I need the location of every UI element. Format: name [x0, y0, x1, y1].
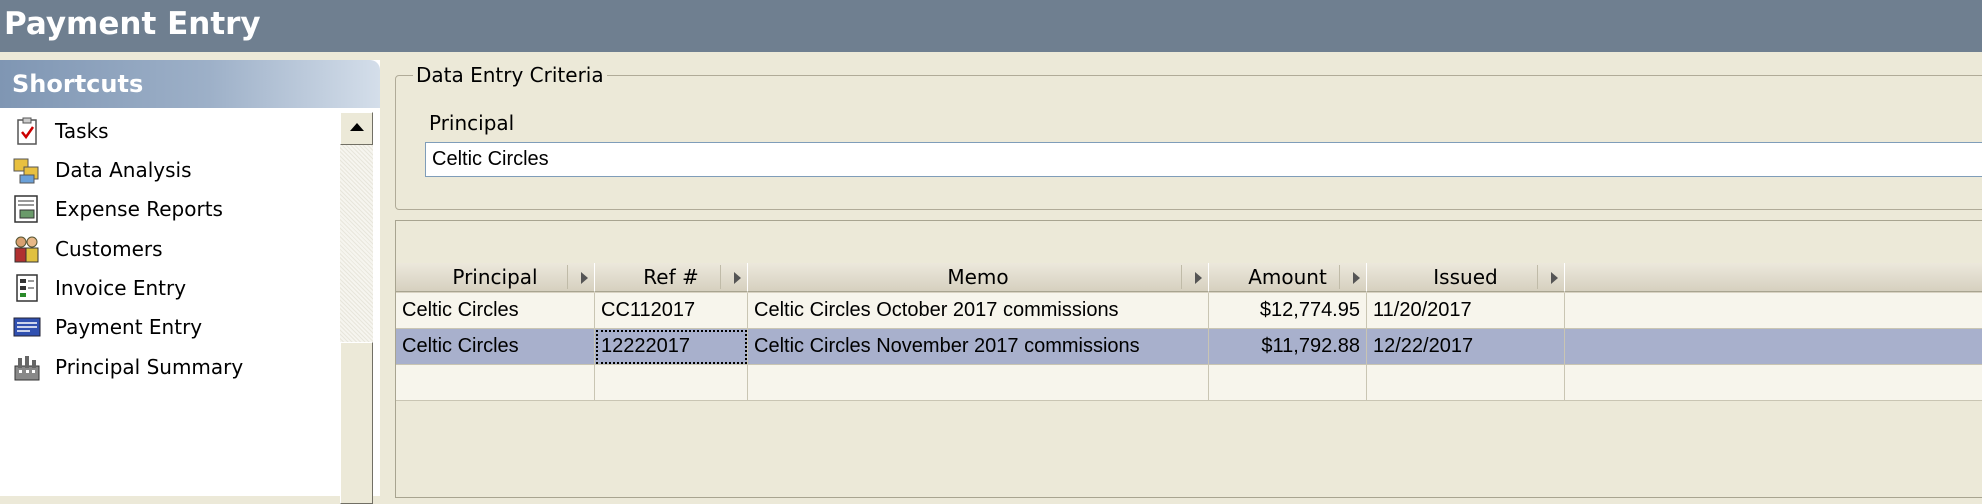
column-header-label: Amount — [1248, 265, 1327, 289]
arrow-right-icon[interactable] — [581, 272, 588, 284]
column-header-amount[interactable]: Amount — [1209, 263, 1367, 292]
cell-amount[interactable]: $12,774.95 — [1209, 293, 1367, 329]
shortcut-data-analysis[interactable]: Data Analysis — [0, 151, 335, 189]
cell-amount[interactable] — [1209, 365, 1367, 401]
tasks-clipboard-icon — [17, 117, 37, 145]
invoice-entry-icon — [16, 274, 38, 302]
column-header-memo[interactable]: Memo — [748, 263, 1209, 292]
cell-empty — [1565, 293, 1982, 329]
shortcuts-header-label: Shortcuts — [12, 70, 144, 98]
column-header-label: Memo — [947, 265, 1009, 289]
shortcut-tasks[interactable]: Tasks — [0, 112, 335, 150]
shortcut-principal-summary[interactable]: Principal Summary — [0, 348, 335, 386]
shortcut-invoice-entry[interactable]: Invoice Entry — [0, 269, 335, 307]
grid-header: Principal Ref # Memo Amount Issued — [396, 263, 1982, 293]
cell-empty — [1565, 365, 1982, 401]
principal-label: Principal — [429, 111, 515, 135]
shortcut-label: Customers — [55, 237, 163, 261]
title-bar: Payment Entry — [0, 0, 1982, 52]
shortcut-label: Tasks — [55, 119, 109, 143]
cell-issued[interactable]: 12/22/2017 — [1367, 329, 1565, 365]
column-divider — [720, 265, 721, 289]
principal-field[interactable] — [425, 142, 1982, 177]
arrow-right-icon[interactable] — [1551, 272, 1558, 284]
data-analysis-icon — [13, 158, 39, 184]
shortcuts-panel: Shortcuts Tasks Data Analysis Expense Re… — [0, 60, 380, 504]
cell-memo[interactable]: Celtic Circles October 2017 commissions — [748, 293, 1209, 329]
cell-memo[interactable]: Celtic Circles November 2017 commissions — [748, 329, 1209, 365]
arrow-right-icon[interactable] — [734, 272, 741, 284]
arrow-right-icon[interactable] — [1353, 272, 1360, 284]
column-divider — [1339, 265, 1340, 289]
column-header-label: Principal — [452, 265, 538, 289]
shortcut-label: Payment Entry — [55, 315, 203, 339]
expense-reports-icon — [14, 195, 38, 223]
scroll-thumb[interactable] — [340, 342, 373, 504]
cell-ref[interactable] — [595, 365, 748, 401]
column-header-label: Ref # — [643, 265, 699, 289]
scroll-up-button[interactable] — [340, 112, 373, 145]
shortcuts-scrollbar[interactable] — [340, 112, 373, 504]
payments-grid: Principal Ref # Memo Amount Issued Celti… — [395, 220, 1982, 498]
arrow-up-icon — [350, 123, 364, 131]
cell-amount[interactable]: $11,792.88 — [1209, 329, 1367, 365]
criteria-legend: Data Entry Criteria — [413, 63, 607, 87]
table-row[interactable]: Celtic Circles CC112017 Celtic Circles O… — [396, 293, 1982, 329]
arrow-right-icon[interactable] — [1195, 272, 1202, 284]
column-divider — [1537, 265, 1538, 289]
cell-empty — [1565, 329, 1982, 365]
shortcuts-header[interactable]: Shortcuts — [0, 60, 380, 108]
cell-memo[interactable] — [748, 365, 1209, 401]
shortcut-payment-entry[interactable]: Payment Entry — [0, 308, 335, 346]
column-header-principal[interactable]: Principal — [396, 263, 595, 292]
principal-summary-icon — [14, 356, 40, 381]
shortcut-label: Invoice Entry — [55, 276, 187, 300]
window-title: Payment Entry — [4, 6, 261, 42]
shortcut-label: Principal Summary — [55, 355, 244, 379]
shortcut-label: Expense Reports — [55, 197, 223, 221]
column-header-label: Issued — [1433, 265, 1498, 289]
payment-entry-icon — [13, 317, 41, 337]
cell-issued[interactable]: 11/20/2017 — [1367, 293, 1565, 329]
column-header-issued[interactable]: Issued — [1367, 263, 1565, 292]
shortcut-customers[interactable]: Customers — [0, 230, 335, 268]
cell-ref[interactable]: CC112017 — [595, 293, 748, 329]
cell-issued[interactable] — [1367, 365, 1565, 401]
table-row-new[interactable] — [396, 365, 1982, 401]
cell-principal[interactable]: Celtic Circles — [396, 293, 595, 329]
customers-icon — [14, 236, 39, 263]
cell-ref[interactable]: 12222017 — [595, 329, 748, 365]
cell-principal[interactable] — [396, 365, 595, 401]
cell-principal[interactable]: Celtic Circles — [396, 329, 595, 365]
table-row-selected[interactable]: Celtic Circles 12222017 Celtic Circles N… — [396, 329, 1982, 365]
shortcut-expense-reports[interactable]: Expense Reports — [0, 190, 335, 228]
column-divider — [1181, 265, 1182, 289]
column-header-ref[interactable]: Ref # — [595, 263, 748, 292]
column-divider — [567, 265, 568, 289]
column-header-filler — [1565, 263, 1982, 292]
shortcut-label: Data Analysis — [55, 158, 192, 182]
